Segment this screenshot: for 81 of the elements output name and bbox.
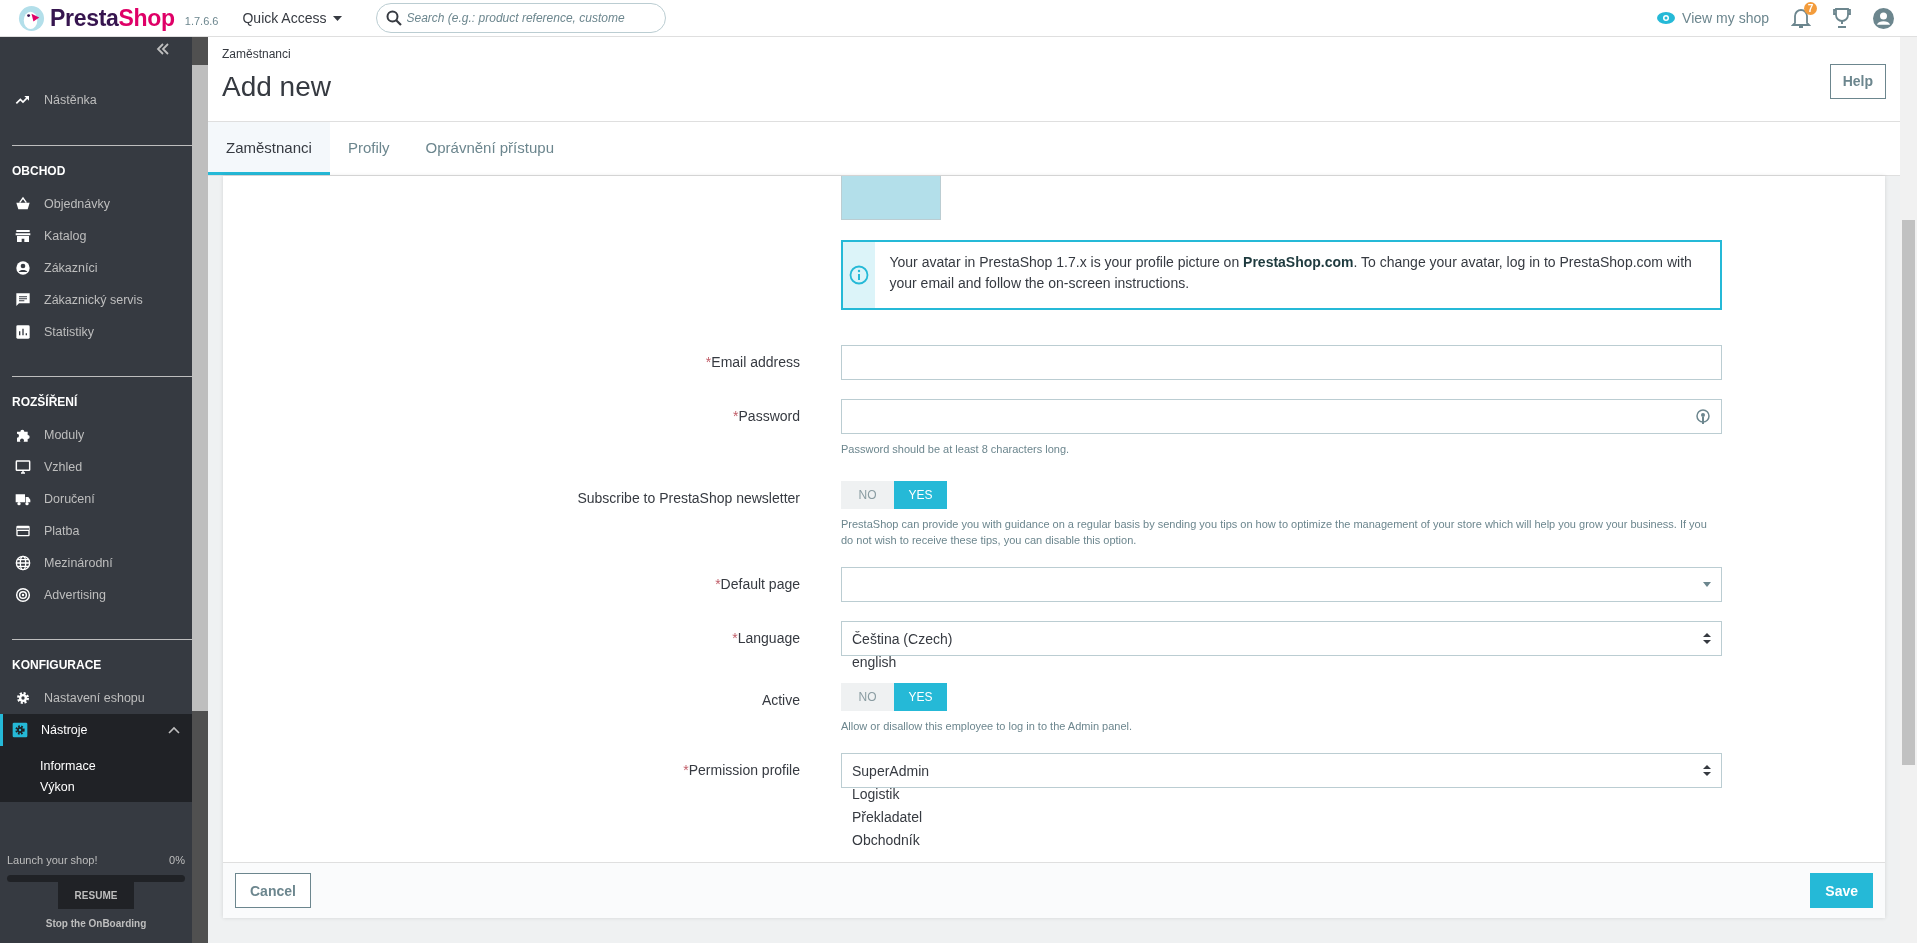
gear-icon [15, 690, 31, 706]
target-icon [15, 587, 31, 603]
stop-onboarding-link[interactable]: Stop the OnBoarding [45, 918, 147, 929]
cancel-button[interactable]: Cancel [235, 873, 311, 908]
field-label: *Password [732, 407, 800, 426]
gear-icon [12, 722, 28, 738]
nav-item[interactable]: Moduly [0, 419, 192, 451]
user-avatar-icon[interactable] [1873, 7, 1894, 29]
nav-item[interactable]: Katalog [0, 220, 192, 252]
puzzle-icon [15, 427, 31, 443]
info-text: Your avatar in PrestaShop 1.7.x is your profile picture on PrestaShop.com. To change your avatar, log in to PrestaShop.com with your email and follow the on-screen instructions. [888, 253, 1693, 293]
nav-item[interactable]: Zákazníci [0, 252, 192, 284]
password-input[interactable] [841, 399, 1722, 434]
field-label: Subscribe to PrestaShop newsletter [576, 489, 800, 508]
notification-badge: 7 [1804, 2, 1817, 15]
up-down-arrow-icon [1703, 765, 1711, 776]
search-field[interactable]: Search (e.g.: product reference, custome [375, 3, 666, 33]
option-text[interactable]: Překladatel [852, 806, 1711, 829]
help-text: Password should be at least 8 characters long. [841, 442, 1071, 457]
scrollbar[interactable] [192, 37, 208, 943]
chat-icon [15, 292, 31, 308]
nav-item[interactable]: Advertising [0, 579, 192, 611]
help-text: PrestaShop can provide you with guidance on a regular basis by sending you tips on how to optimize the management of your store which will help you grow your business. If you do not wish to receive these tips, you can disable this option. [841, 517, 1708, 548]
field-label: *Permission profile [682, 761, 800, 780]
nav-item[interactable]: Nastavení eshopu [0, 682, 192, 714]
email-input[interactable] [841, 345, 1722, 380]
tab[interactable]: Zaměstnanci [208, 122, 330, 175]
nav-item[interactable]: Zákaznický servis [0, 284, 192, 316]
field-label: *Default page [714, 575, 800, 594]
double-chevron-left-icon[interactable] [156, 42, 170, 56]
basket-icon [15, 196, 31, 212]
caret-icon [332, 15, 342, 21]
nav-item[interactable]: Doručení [0, 483, 192, 515]
select-field[interactable]: Čeština (Czech) [841, 621, 1722, 656]
monitor-icon [15, 459, 31, 475]
help-text: Allow or disallow this employee to log in to the Admin panel. [841, 719, 1134, 734]
info-icon [849, 265, 870, 285]
nav-item[interactable]: Objednávky [0, 188, 192, 220]
nav-item[interactable]: Vzhled [0, 451, 192, 483]
help-button[interactable]: Help [1829, 63, 1886, 99]
option-text[interactable]: Obchodník [852, 829, 1711, 852]
up-down-arrow-icon [1703, 633, 1711, 644]
scrollbar[interactable] [1900, 37, 1917, 943]
field-label: *Language [731, 629, 800, 648]
logo-wordmark: PrestaShop [50, 4, 175, 32]
resume-button[interactable]: RESUME [57, 882, 135, 909]
nav-subitem[interactable]: Výkon [0, 777, 192, 798]
version-text: 1.7.6.6 [184, 15, 219, 27]
nav-item[interactable]: Mezinárodní [0, 547, 192, 579]
store-icon [15, 228, 31, 244]
bar-chart-icon [15, 324, 31, 340]
section-title: OBCHOD [11, 163, 67, 180]
search-icon [385, 10, 402, 26]
onboarding-label: Launch your shop! [7, 854, 98, 866]
section-title: KONFIGURACE [11, 657, 103, 674]
chevron-up-icon [168, 726, 180, 734]
progress-percent: 0% [169, 854, 185, 866]
select-field[interactable]: SuperAdmin [841, 753, 1722, 788]
quick-access-menu[interactable]: Quick Access [238, 6, 346, 30]
globe-icon [15, 555, 31, 571]
nav-item[interactable]: Nástroje [0, 714, 192, 746]
nav-item[interactable]: Nástěnka [0, 82, 192, 118]
truck-icon [15, 491, 31, 507]
nav-subitem[interactable]: Informace [0, 756, 192, 777]
nav-item[interactable]: Statistiky [0, 316, 192, 348]
person-icon [15, 260, 31, 276]
logo-icon[interactable] [18, 4, 45, 32]
tab[interactable]: Profily [329, 122, 408, 175]
nav-item[interactable]: Platba [0, 515, 192, 547]
key-icon[interactable] [1696, 409, 1710, 425]
tab[interactable]: Oprávnění přístupu [407, 122, 572, 175]
section-title: ROZŠÍŘENÍ [11, 393, 79, 411]
field-label: Active [760, 691, 800, 710]
view-shop-link[interactable]: View my shop [1657, 10, 1769, 26]
caret-icon [1703, 582, 1711, 587]
credit-card-icon [15, 523, 31, 539]
field-label: *Email address [704, 353, 800, 372]
eye-icon [1657, 12, 1676, 24]
breadcrumb[interactable]: Zaměstnanci [222, 47, 331, 61]
trophy-icon[interactable] [1833, 8, 1851, 28]
page-title: Add new [222, 71, 331, 103]
